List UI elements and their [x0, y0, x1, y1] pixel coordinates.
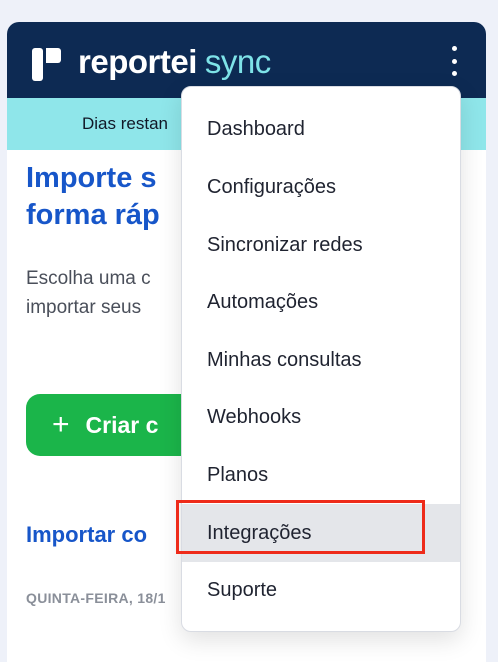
menu-item-label: Suporte: [207, 578, 278, 601]
menu-item-webhooks[interactable]: Webhooks: [182, 388, 460, 446]
menu-item-dashboard[interactable]: Dashboard: [182, 100, 460, 158]
menu-item-suporte[interactable]: Suporte: [182, 561, 460, 619]
menu-item-planos[interactable]: Planos: [182, 446, 460, 504]
menu-item-label: Minhas consultas: [207, 348, 362, 371]
reportei-sync-logo[interactable]: reportei sync: [32, 42, 271, 82]
reportei-logo-icon: [32, 43, 68, 81]
menu-item-label: Webhooks: [207, 405, 302, 428]
create-button-label: Criar c: [85, 411, 159, 438]
menu-item-label: Configurações: [207, 175, 336, 198]
logo-product: sync: [204, 43, 271, 80]
trial-banner-text: Dias restan: [82, 114, 168, 133]
date-label: QUINTA-FEIRA, 18/1: [26, 590, 166, 606]
menu-item-label: Integrações: [207, 521, 312, 544]
menu-item-configuracoes[interactable]: Configurações: [182, 158, 460, 216]
menu-item-label: Automações: [207, 290, 319, 313]
plus-icon: +: [52, 408, 70, 441]
import-section-title: Importar co: [26, 522, 148, 547]
menu-item-automacoes[interactable]: Automações: [182, 273, 460, 331]
logo-brand: reportei: [78, 43, 197, 80]
dropdown-menu: Dashboard Configurações Sincronizar rede…: [181, 86, 461, 632]
menu-item-label: Dashboard: [207, 117, 305, 140]
menu-item-label: Sincronizar redes: [207, 233, 363, 256]
menu-item-label: Planos: [207, 463, 269, 486]
logo-wordmark: reportei sync: [78, 42, 271, 82]
menu-item-minhas-consultas[interactable]: Minhas consultas: [182, 331, 460, 389]
menu-item-sincronizar-redes[interactable]: Sincronizar redes: [182, 216, 460, 274]
menu-item-integracoes[interactable]: Integrações: [182, 504, 460, 562]
kebab-menu-icon[interactable]: [443, 46, 465, 76]
